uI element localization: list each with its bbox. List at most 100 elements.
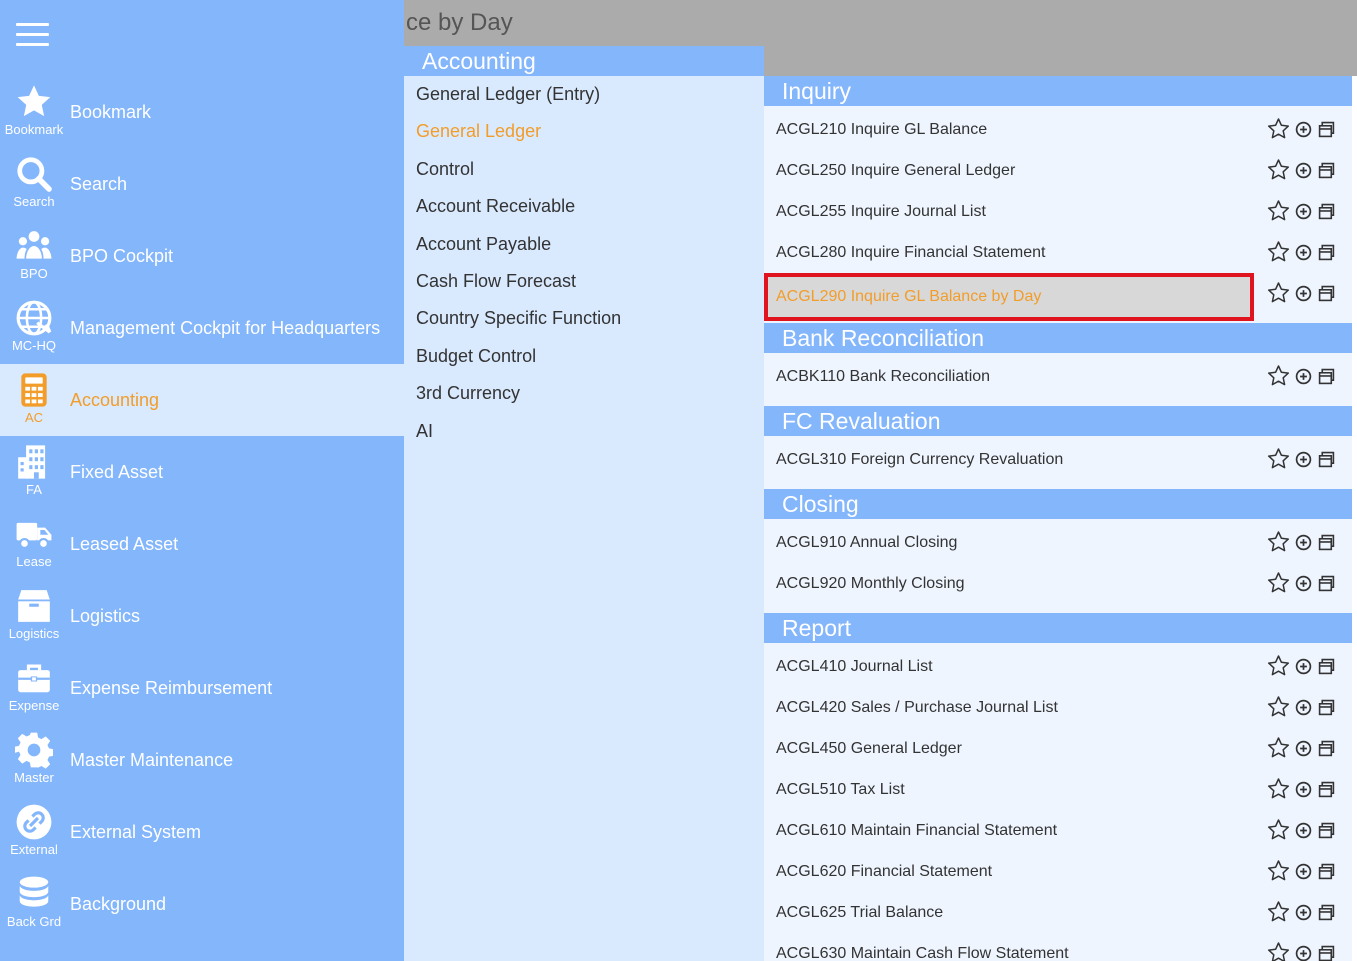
open-new-window-icon[interactable] bbox=[1318, 534, 1335, 551]
function-label[interactable]: ACGL625 Trial Balance bbox=[776, 892, 943, 933]
function-row[interactable]: ACGL510 Tax List bbox=[764, 769, 1352, 810]
bookmark-star-icon[interactable] bbox=[1266, 240, 1291, 264]
open-new-window-icon[interactable] bbox=[1318, 945, 1335, 961]
function-label[interactable]: ACGL420 Sales / Purchase Journal List bbox=[776, 687, 1058, 728]
open-new-window-icon[interactable] bbox=[1318, 863, 1335, 880]
bookmark-star-icon[interactable] bbox=[1266, 571, 1291, 595]
bookmark-star-icon[interactable] bbox=[1266, 158, 1291, 182]
add-circle-icon[interactable] bbox=[1295, 863, 1312, 880]
add-circle-icon[interactable] bbox=[1295, 781, 1312, 798]
function-row[interactable]: ACGL625 Trial Balance bbox=[764, 892, 1352, 933]
bookmark-star-icon[interactable] bbox=[1266, 818, 1291, 842]
function-label[interactable]: ACGL250 Inquire General Ledger bbox=[776, 150, 1015, 191]
function-label[interactable]: ACGL450 General Ledger bbox=[776, 728, 962, 769]
open-new-window-icon[interactable] bbox=[1318, 781, 1335, 798]
sidebar-item-master[interactable]: Master Master Maintenance bbox=[0, 724, 404, 796]
sidebar-item-lease[interactable]: Lease Leased Asset bbox=[0, 508, 404, 580]
function-row[interactable]: ACGL910 Annual Closing bbox=[764, 522, 1352, 563]
function-row[interactable]: ACGL290 Inquire GL Balance by Day bbox=[764, 273, 1352, 321]
add-circle-icon[interactable] bbox=[1295, 575, 1312, 592]
bookmark-star-icon[interactable] bbox=[1266, 117, 1291, 141]
function-row[interactable]: ACGL630 Maintain Cash Flow Statement bbox=[764, 933, 1352, 961]
bookmark-star-icon[interactable] bbox=[1266, 654, 1291, 678]
open-new-window-icon[interactable] bbox=[1318, 162, 1335, 179]
sidebar-item-external[interactable]: External External System bbox=[0, 796, 404, 868]
add-circle-icon[interactable] bbox=[1295, 699, 1312, 716]
category-item[interactable]: General Ledger bbox=[404, 113, 764, 150]
category-item[interactable]: Account Receivable bbox=[404, 188, 764, 225]
bookmark-star-icon[interactable] bbox=[1266, 736, 1291, 760]
sidebar-item-fa[interactable]: FA Fixed Asset bbox=[0, 436, 404, 508]
bookmark-star-icon[interactable] bbox=[1266, 281, 1291, 305]
sidebar-item-back-grd[interactable]: Back Grd Background bbox=[0, 868, 404, 940]
add-circle-icon[interactable] bbox=[1295, 822, 1312, 839]
bookmark-star-icon[interactable] bbox=[1266, 364, 1291, 388]
function-label[interactable]: ACBK110 Bank Reconciliation bbox=[776, 356, 990, 397]
add-circle-icon[interactable] bbox=[1295, 945, 1312, 961]
function-label[interactable]: ACGL410 Journal List bbox=[776, 646, 933, 687]
category-item[interactable]: Account Payable bbox=[404, 226, 764, 263]
bookmark-star-icon[interactable] bbox=[1266, 530, 1291, 554]
function-row[interactable]: ACGL410 Journal List bbox=[764, 646, 1352, 687]
open-new-window-icon[interactable] bbox=[1318, 740, 1335, 757]
function-row[interactable]: ACGL620 Financial Statement bbox=[764, 851, 1352, 892]
open-new-window-icon[interactable] bbox=[1318, 244, 1335, 261]
add-circle-icon[interactable] bbox=[1295, 244, 1312, 261]
bookmark-star-icon[interactable] bbox=[1266, 859, 1291, 883]
function-row[interactable]: ACGL920 Monthly Closing bbox=[764, 563, 1352, 604]
add-circle-icon[interactable] bbox=[1295, 121, 1312, 138]
category-item[interactable]: AI bbox=[404, 413, 764, 450]
category-item[interactable]: Cash Flow Forecast bbox=[404, 263, 764, 300]
category-item[interactable]: Budget Control bbox=[404, 338, 764, 375]
sidebar-item-expense[interactable]: Expense Expense Reimbursement bbox=[0, 652, 404, 724]
category-item[interactable]: General Ledger (Entry) bbox=[404, 76, 764, 113]
function-label[interactable]: ACGL290 Inquire GL Balance by Day bbox=[776, 276, 1041, 317]
menu-toggle-icon[interactable] bbox=[16, 23, 49, 47]
function-row[interactable]: ACBK110 Bank Reconciliation bbox=[764, 356, 1352, 397]
add-circle-icon[interactable] bbox=[1295, 904, 1312, 921]
open-new-window-icon[interactable] bbox=[1318, 658, 1335, 675]
open-new-window-icon[interactable] bbox=[1318, 451, 1335, 468]
function-label[interactable]: ACGL910 Annual Closing bbox=[776, 522, 957, 563]
function-label[interactable]: ACGL255 Inquire Journal List bbox=[776, 191, 986, 232]
add-circle-icon[interactable] bbox=[1295, 368, 1312, 385]
category-item[interactable]: Control bbox=[404, 151, 764, 188]
open-new-window-icon[interactable] bbox=[1318, 121, 1335, 138]
add-circle-icon[interactable] bbox=[1295, 285, 1312, 302]
function-row[interactable]: ACGL250 Inquire General Ledger bbox=[764, 150, 1352, 191]
sidebar-item-search[interactable]: Search Search bbox=[0, 148, 404, 220]
open-new-window-icon[interactable] bbox=[1318, 904, 1335, 921]
function-row[interactable]: ACGL210 Inquire GL Balance bbox=[764, 109, 1352, 150]
open-new-window-icon[interactable] bbox=[1318, 368, 1335, 385]
function-row[interactable]: ACGL280 Inquire Financial Statement bbox=[764, 232, 1352, 273]
function-label[interactable]: ACGL630 Maintain Cash Flow Statement bbox=[776, 933, 1069, 961]
add-circle-icon[interactable] bbox=[1295, 203, 1312, 220]
add-circle-icon[interactable] bbox=[1295, 740, 1312, 757]
add-circle-icon[interactable] bbox=[1295, 658, 1312, 675]
function-row[interactable]: ACGL450 General Ledger bbox=[764, 728, 1352, 769]
sidebar-item-ac[interactable]: AC Accounting bbox=[0, 364, 404, 436]
add-circle-icon[interactable] bbox=[1295, 162, 1312, 179]
function-row[interactable]: ACGL610 Maintain Financial Statement bbox=[764, 810, 1352, 851]
bookmark-star-icon[interactable] bbox=[1266, 695, 1291, 719]
bookmark-star-icon[interactable] bbox=[1266, 941, 1291, 961]
bookmark-star-icon[interactable] bbox=[1266, 777, 1291, 801]
open-new-window-icon[interactable] bbox=[1318, 285, 1335, 302]
bookmark-star-icon[interactable] bbox=[1266, 900, 1291, 924]
function-row[interactable]: ACGL420 Sales / Purchase Journal List bbox=[764, 687, 1352, 728]
open-new-window-icon[interactable] bbox=[1318, 203, 1335, 220]
sidebar-item-logistics[interactable]: Logistics Logistics bbox=[0, 580, 404, 652]
sidebar-item-mc-hq[interactable]: MC-HQ Management Cockpit for Headquarters bbox=[0, 292, 404, 364]
category-item[interactable]: 3rd Currency bbox=[404, 375, 764, 412]
function-label[interactable]: ACGL210 Inquire GL Balance bbox=[776, 109, 987, 150]
function-label[interactable]: ACGL280 Inquire Financial Statement bbox=[776, 232, 1045, 273]
function-label[interactable]: ACGL920 Monthly Closing bbox=[776, 563, 965, 604]
function-label[interactable]: ACGL620 Financial Statement bbox=[776, 851, 992, 892]
add-circle-icon[interactable] bbox=[1295, 534, 1312, 551]
function-row[interactable]: ACGL310 Foreign Currency Revaluation bbox=[764, 439, 1352, 480]
bookmark-star-icon[interactable] bbox=[1266, 447, 1291, 471]
add-circle-icon[interactable] bbox=[1295, 451, 1312, 468]
function-label[interactable]: ACGL510 Tax List bbox=[776, 769, 905, 810]
function-label[interactable]: ACGL610 Maintain Financial Statement bbox=[776, 810, 1057, 851]
category-item[interactable]: Country Specific Function bbox=[404, 300, 764, 337]
